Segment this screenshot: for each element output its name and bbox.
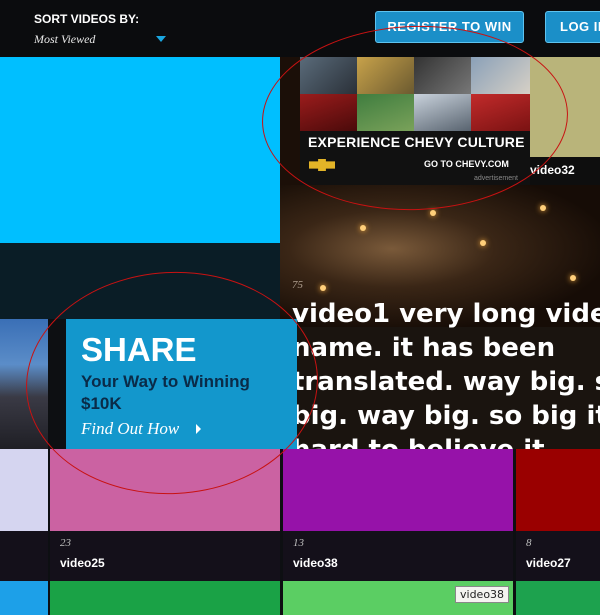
view-count: 13	[293, 537, 304, 549]
view-count: 75	[292, 279, 303, 291]
video-title[interactable]: video32	[530, 163, 575, 177]
video-title[interactable]: video38	[293, 556, 338, 570]
share-title: SHARE	[81, 331, 197, 368]
ad-photo	[300, 57, 357, 94]
ad-label: advertisement	[474, 175, 518, 182]
tooltip: video38	[455, 586, 510, 603]
share-subtitle: Your Way to Winning $10K	[81, 372, 250, 413]
sort-dropdown[interactable]: Most Viewed	[34, 32, 95, 47]
ad-cta-link[interactable]: GO TO CHEVY.COM	[424, 159, 509, 169]
video-tile[interactable]: 23 video25	[50, 449, 280, 581]
ad-photo	[357, 94, 414, 131]
sort-label: SORT VIDEOS BY:	[34, 12, 140, 26]
view-count: 8	[526, 537, 532, 549]
chevy-logo-icon	[309, 159, 335, 171]
video-tile-cyan-meta	[0, 243, 280, 319]
view-count: 23	[60, 537, 71, 549]
tile-meta: 13 video38	[283, 531, 513, 581]
ad-photo	[471, 94, 530, 131]
video-tile-photo[interactable]	[0, 319, 48, 449]
tile-meta: 8 video27	[516, 531, 600, 581]
video-tile[interactable]: 8 video27	[516, 449, 600, 581]
chevy-advertisement[interactable]: EXPERIENCE CHEVY CULTURE GO TO CHEVY.COM…	[300, 57, 530, 185]
find-out-how-link[interactable]: Find Out How	[81, 419, 179, 439]
top-bar: SORT VIDEOS BY: Most Viewed REGISTER TO …	[0, 0, 600, 57]
divider	[48, 319, 66, 449]
ad-photo	[471, 57, 530, 94]
tile-meta	[0, 531, 48, 581]
ad-photo	[414, 57, 471, 94]
ad-photo	[414, 94, 471, 131]
video-tile-cyan[interactable]	[0, 57, 280, 243]
video-tile-blue[interactable]	[0, 581, 48, 615]
chevron-down-icon[interactable]	[156, 36, 166, 42]
video-tile-lavender[interactable]	[0, 449, 48, 581]
video-title[interactable]: video25	[60, 556, 105, 570]
video-tile-green[interactable]	[50, 581, 280, 615]
ad-photo	[300, 94, 357, 131]
video-tile-olive[interactable]	[530, 57, 600, 157]
register-button[interactable]: REGISTER TO WIN	[375, 11, 524, 43]
video-tile[interactable]: 13 video38	[283, 449, 513, 581]
video-tile-green[interactable]	[516, 581, 600, 615]
video-title[interactable]: video27	[526, 556, 571, 570]
ad-headline: EXPERIENCE CHEVY CULTURE	[308, 134, 525, 150]
video-title[interactable]: video1 very long video name. it has been…	[292, 297, 600, 449]
login-button[interactable]: LOG IN	[545, 11, 600, 43]
tile-meta: 23 video25	[50, 531, 280, 581]
share-promo[interactable]: SHARE Your Way to Winning $10K Find Out …	[66, 319, 297, 449]
ad-photo	[357, 57, 414, 94]
video32-label-bar: video32	[530, 157, 600, 185]
chevron-right-icon[interactable]	[196, 424, 201, 434]
